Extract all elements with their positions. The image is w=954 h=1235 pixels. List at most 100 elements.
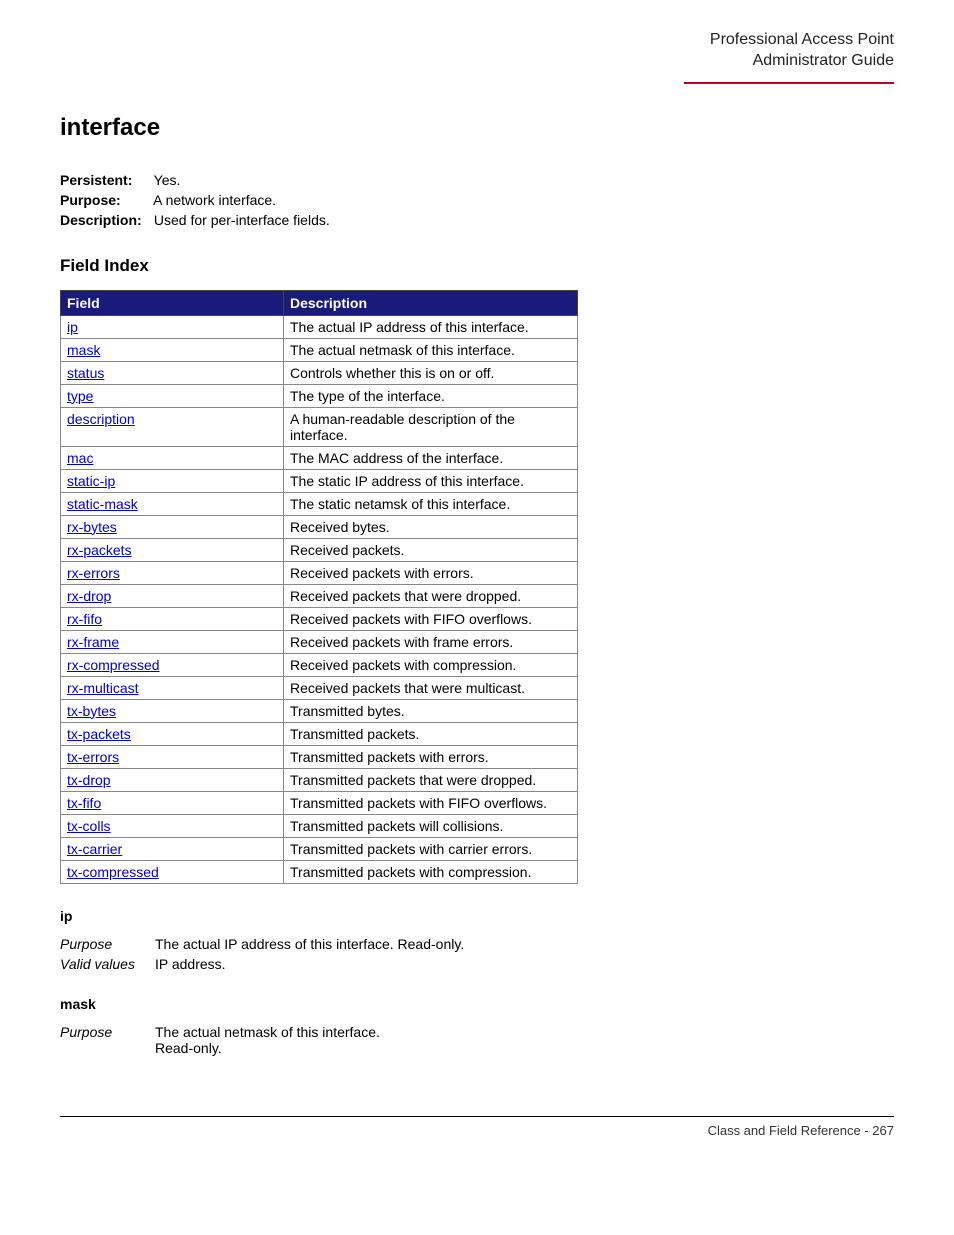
fieldindex-col-field: Field (61, 290, 284, 315)
field-desc: The actual netmask of this interface. (284, 338, 578, 361)
field-desc: Transmitted packets with errors. (284, 745, 578, 768)
meta-persistent-label: Persistent (60, 172, 128, 188)
detail-ip-valid: Valid values IP address. (60, 956, 894, 972)
meta-persistent-value: Yes. (154, 172, 181, 188)
field-desc: Transmitted packets with compression. (284, 860, 578, 883)
field-desc: Transmitted packets that were dropped. (284, 768, 578, 791)
field-link-rx-fifo[interactable]: rx-fifo (67, 611, 102, 627)
field-link-ip[interactable]: ip (67, 319, 78, 335)
field-link-rx-errors[interactable]: rx-errors (67, 565, 120, 581)
field-link-static-mask[interactable]: static-mask (67, 496, 138, 512)
detail-ip-purpose-label: Purpose (60, 936, 155, 952)
field-desc: Transmitted packets will collisions. (284, 814, 578, 837)
detail-ip-valid-label: Valid values (60, 956, 155, 972)
field-desc: Received packets. (284, 538, 578, 561)
field-desc: The type of the interface. (284, 384, 578, 407)
detail-mask-purpose: Purpose The actual netmask of this inter… (60, 1024, 894, 1056)
field-desc: Received packets with errors. (284, 561, 578, 584)
meta-description-label: Description (60, 212, 137, 228)
fieldindex-heading: Field Index (60, 256, 894, 276)
table-row: tx-errors Transmitted packets with errors… (61, 745, 578, 768)
table-row: rx-packets Received packets. (61, 538, 578, 561)
table-row: static-mask The static netamsk of this in… (61, 492, 578, 515)
field-desc: The static netamsk of this interface. (284, 492, 578, 515)
table-row: tx-bytes Transmitted bytes. (61, 699, 578, 722)
fieldindex-table: Field Description ip The actual IP addres… (60, 290, 578, 884)
field-desc: Transmitted packets with FIFO overflows. (284, 791, 578, 814)
field-link-type[interactable]: type (67, 388, 93, 404)
field-desc: A human-readable description of the inte… (284, 407, 578, 446)
field-link-description[interactable]: description (67, 411, 135, 427)
field-link-rx-compressed[interactable]: rx-compressed (67, 657, 160, 673)
doc-header: Professional Access Point Administrator … (60, 30, 894, 72)
meta-purpose-value: A network interface. (153, 192, 276, 208)
field-link-rx-bytes[interactable]: rx-bytes (67, 519, 117, 535)
field-link-tx-errors[interactable]: tx-errors (67, 749, 119, 765)
table-row: description A human-readable description … (61, 407, 578, 446)
field-link-mask[interactable]: mask (67, 342, 100, 358)
field-desc: Received packets with compression. (284, 653, 578, 676)
field-link-mac[interactable]: mac (67, 450, 93, 466)
field-link-tx-bytes[interactable]: tx-bytes (67, 703, 116, 719)
header-underline (684, 82, 894, 84)
field-desc: Received bytes. (284, 515, 578, 538)
detail-ip-purpose: Purpose The actual IP address of this in… (60, 936, 894, 952)
page-title: interface (60, 114, 894, 142)
field-desc: Received packets with frame errors. (284, 630, 578, 653)
meta-description-value: Used for per-interface fields. (154, 212, 330, 228)
page-footer: Class and Field Reference - 267 (60, 1116, 894, 1138)
table-row: tx-drop Transmitted packets that were dro… (61, 768, 578, 791)
detail-ip-heading: ip (60, 908, 894, 924)
field-desc: Transmitted packets. (284, 722, 578, 745)
table-row: tx-carrier Transmitted packets with carri… (61, 837, 578, 860)
doc-header-line1: Professional Access Point (60, 30, 894, 51)
field-desc: Received packets that were dropped. (284, 584, 578, 607)
table-row: mask The actual netmask of this interface… (61, 338, 578, 361)
field-link-tx-packets[interactable]: tx-packets (67, 726, 131, 742)
field-link-tx-fifo[interactable]: tx-fifo (67, 795, 101, 811)
field-link-rx-frame[interactable]: rx-frame (67, 634, 119, 650)
field-desc: The static IP address of this interface. (284, 469, 578, 492)
detail-ip-purpose-value: The actual IP address of this interface.… (155, 936, 894, 952)
table-row: rx-bytes Received bytes. (61, 515, 578, 538)
field-desc: Transmitted bytes. (284, 699, 578, 722)
table-row: mac The MAC address of the interface. (61, 446, 578, 469)
table-row: static-ip The static IP address of this i… (61, 469, 578, 492)
table-row: rx-compressed Received packets with compr… (61, 653, 578, 676)
meta-purpose-label: Purpose (60, 192, 116, 208)
field-desc: Received packets that were multicast. (284, 676, 578, 699)
field-link-rx-multicast[interactable]: rx-multicast (67, 680, 139, 696)
table-row: rx-drop Received packets that were droppe… (61, 584, 578, 607)
table-row: tx-compressed Transmitted packets with co… (61, 860, 578, 883)
field-link-tx-compressed[interactable]: tx-compressed (67, 864, 159, 880)
field-link-rx-drop[interactable]: rx-drop (67, 588, 111, 604)
table-row: tx-colls Transmitted packets will collisi… (61, 814, 578, 837)
field-link-static-ip[interactable]: static-ip (67, 473, 115, 489)
field-desc: The MAC address of the interface. (284, 446, 578, 469)
table-row: rx-frame Received packets with frame erro… (61, 630, 578, 653)
table-row: rx-errors Received packets with errors. (61, 561, 578, 584)
detail-mask-purpose-line1: The actual netmask of this interface. (155, 1024, 380, 1040)
meta-persistent: Persistent: Yes. (60, 172, 894, 188)
field-link-status[interactable]: status (67, 365, 104, 381)
field-link-tx-colls[interactable]: tx-colls (67, 818, 111, 834)
field-desc: The actual IP address of this interface. (284, 315, 578, 338)
detail-mask-purpose-value: The actual netmask of this interface. Re… (155, 1024, 894, 1056)
table-row: rx-multicast Received packets that were m… (61, 676, 578, 699)
meta-purpose: Purpose: A network interface. (60, 192, 894, 208)
table-row: tx-packets Transmitted packets. (61, 722, 578, 745)
detail-mask-purpose-label: Purpose (60, 1024, 155, 1056)
doc-header-line2: Administrator Guide (60, 51, 894, 72)
field-link-tx-carrier[interactable]: tx-carrier (67, 841, 122, 857)
table-row: type The type of the interface. (61, 384, 578, 407)
table-row: ip The actual IP address of this interfac… (61, 315, 578, 338)
fieldindex-col-desc: Description (284, 290, 578, 315)
detail-mask-purpose-line2: Read-only. (155, 1040, 222, 1056)
field-desc: Transmitted packets with carrier errors. (284, 837, 578, 860)
field-link-tx-drop[interactable]: tx-drop (67, 772, 111, 788)
detail-mask-heading: mask (60, 996, 894, 1012)
field-desc: Controls whether this is on or off. (284, 361, 578, 384)
footer-text: Class and Field Reference - 267 (708, 1123, 894, 1138)
table-row: tx-fifo Transmitted packets with FIFO ove… (61, 791, 578, 814)
field-link-rx-packets[interactable]: rx-packets (67, 542, 132, 558)
